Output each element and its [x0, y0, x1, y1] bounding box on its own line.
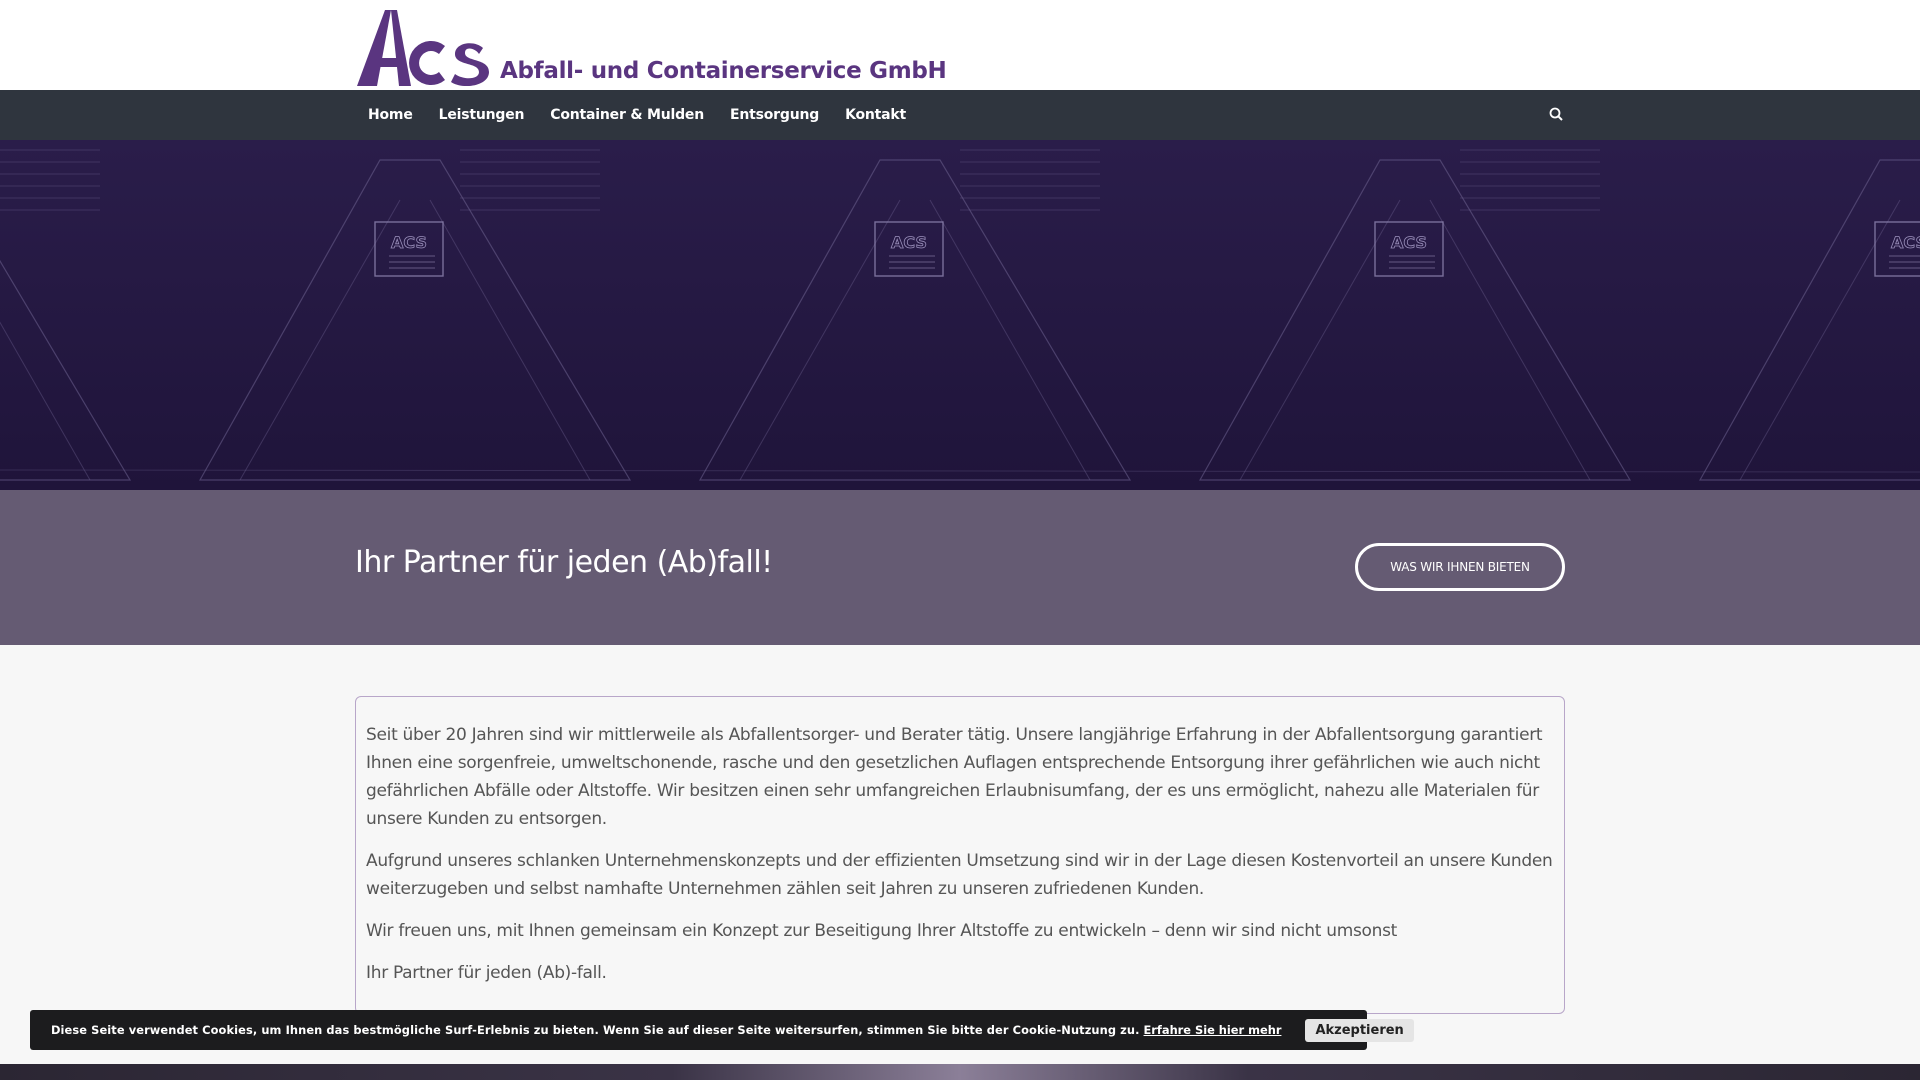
- content-box: Seit über 20 Jahren sind wir mittlerweil…: [355, 696, 1565, 1014]
- concept-paragraph: Aufgrund unseres schlanken Unternehmensk…: [366, 851, 1553, 899]
- footer-strip: [0, 1064, 1920, 1080]
- company-name: Abfall- und Containerservice GmbH: [500, 58, 947, 84]
- nav-items: Home Leistungen Container & Mulden Entso…: [355, 90, 919, 140]
- container-sign-text: ACS: [1891, 233, 1920, 252]
- container-sign-text: ACS: [891, 233, 927, 252]
- closing-paragraph: Ihr Partner für jeden (Ab)-fall.: [366, 963, 607, 983]
- tagline-band: [0, 490, 1920, 645]
- container-sign-text: ACS: [1391, 233, 1427, 252]
- cookie-accept-button[interactable]: Akzeptieren: [1305, 1018, 1414, 1042]
- nav-item-kontakt[interactable]: Kontakt: [832, 90, 919, 140]
- nav-item-leistungen[interactable]: Leistungen: [426, 90, 538, 140]
- hero-banner: ACS ACS ACS ACS: [0, 140, 1920, 490]
- cookie-bar: Diese Seite verwendet Cookies, um Ihnen …: [30, 1010, 1414, 1050]
- site-header: Abfall- und Containerservice GmbH: [0, 0, 1920, 90]
- tagline: Ihr Partner für jeden (Ab)fall!: [355, 545, 773, 580]
- cooperation-paragraph: Wir freuen uns, mit Ihnen gemeinsam ein …: [366, 921, 1398, 941]
- container-sign-text: ACS: [391, 233, 427, 252]
- cookie-text: Diese Seite verwendet Cookies, um Ihnen …: [51, 1023, 1140, 1037]
- offer-button[interactable]: WAS WIR IHNEN BIETEN: [1355, 543, 1565, 591]
- acs-logo-icon: [357, 10, 489, 86]
- main-nav: Home Leistungen Container & Mulden Entso…: [0, 90, 1920, 140]
- container-photo: ACS ACS ACS ACS: [0, 140, 1920, 490]
- search-icon[interactable]: [1547, 105, 1567, 125]
- nav-item-home[interactable]: Home: [355, 90, 426, 140]
- intro-paragraph: Seit über 20 Jahren sind wir mittlerweil…: [366, 725, 1543, 829]
- nav-item-entsorgung[interactable]: Entsorgung: [717, 90, 832, 140]
- cookie-more-link[interactable]: Erfahre Sie hier mehr: [1144, 1023, 1282, 1037]
- nav-item-container-mulden[interactable]: Container & Mulden: [537, 90, 717, 140]
- logo[interactable]: Abfall- und Containerservice GmbH: [355, 0, 947, 90]
